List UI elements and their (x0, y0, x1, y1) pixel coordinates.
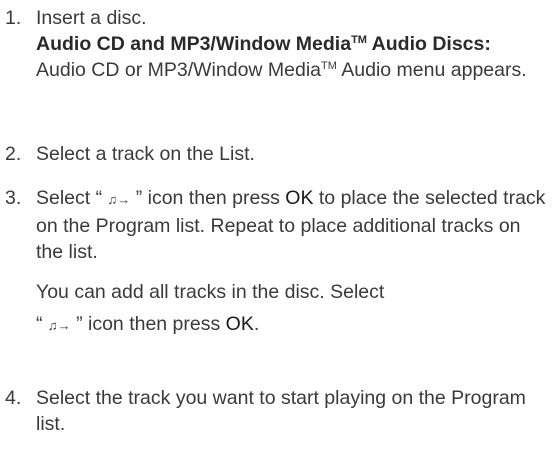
ok-button-label: OK (285, 187, 314, 209)
disc-type-heading-part2: Audio Discs: (366, 33, 491, 55)
instruction-page: 1. Insert a disc. Audio CD and MP3/Windo… (0, 0, 554, 450)
step-3-note-line2: “ ♫→ ” icon then press OK. (36, 311, 550, 339)
disc-type-heading-part1: Audio CD and MP3/Window Media (36, 33, 352, 55)
step-3-note-post: ” icon then press (70, 313, 226, 335)
step-3-note-quote: “ (36, 313, 48, 335)
step-3-note: You can add all tracks in the disc. Sele… (36, 279, 550, 339)
step-3-text: Select “ ♫→ ” icon then press OK to plac… (36, 185, 550, 265)
step-number: 3. (5, 187, 22, 209)
add-track-icon: ♫→ (107, 192, 131, 207)
step-1-text: Insert a disc. (36, 7, 147, 29)
step-3-note-end: . (253, 313, 260, 335)
step-number: 4. (5, 387, 22, 409)
disc-menu-description-part2: Audio menu appears. (336, 59, 527, 81)
step-4-text: Select the track you want to start playi… (36, 387, 526, 435)
trademark-mark: TM (321, 60, 337, 72)
disc-type-heading: Audio CD and MP3/Window MediaTM Audio Di… (36, 31, 550, 57)
step-2-text: Select a track on the List. (36, 143, 255, 165)
step-3-text-pre: Select “ (36, 187, 108, 209)
step-number: 2. (5, 143, 22, 165)
disc-menu-description: Audio CD or MP3/Window MediaTM Audio men… (36, 57, 550, 83)
ok-button-label: OK (225, 313, 254, 335)
trademark-mark: TM (351, 34, 367, 46)
step-1-body: Insert a disc. Audio CD and MP3/Window M… (36, 5, 550, 83)
step-number: 1. (5, 7, 22, 29)
step-3-text-post: ” icon then press (130, 187, 286, 209)
step-3-note-line1: You can add all tracks in the disc. Sele… (36, 281, 385, 303)
step-3-body: Select “ ♫→ ” icon then press OK to plac… (36, 185, 550, 339)
add-all-tracks-icon: ♫→ (47, 318, 71, 333)
disc-menu-description-part1: Audio CD or MP3/Window Media (36, 59, 322, 81)
